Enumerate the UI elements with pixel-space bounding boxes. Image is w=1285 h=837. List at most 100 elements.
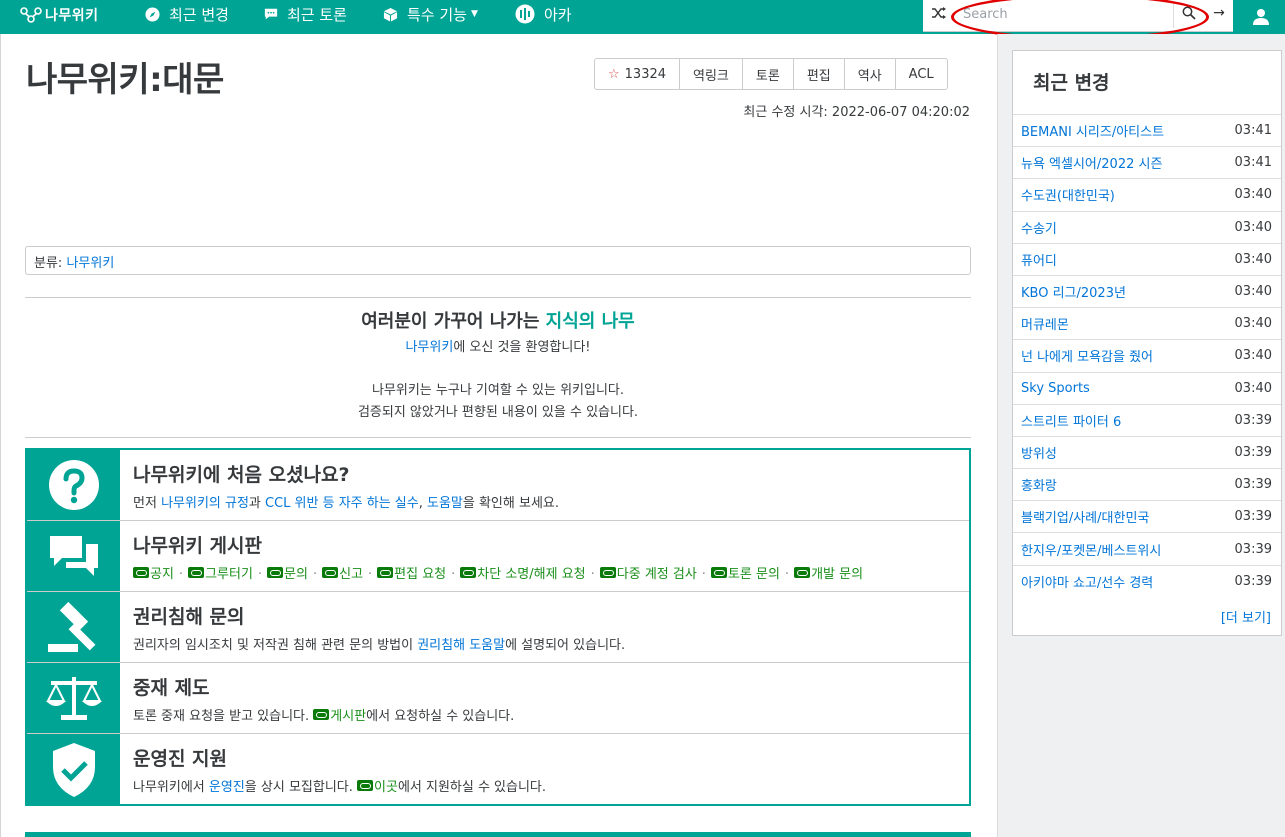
next-section-bar	[25, 832, 971, 837]
user-menu-button[interactable]	[1236, 0, 1285, 32]
page-title: 나무위키:대문	[26, 60, 224, 100]
recent-change-link[interactable]: 퓨어디	[1021, 250, 1057, 269]
backlink-button[interactable]: 역링크	[680, 59, 743, 89]
recent-change-link[interactable]: 아키야마 쇼고/선수 경력	[1021, 572, 1153, 591]
recent-change-link[interactable]: BEMANI 시리즈/아티스트	[1021, 121, 1164, 140]
recent-changes-widget: 최근 변경 BEMANI 시리즈/아티스트 03:41 뉴욕 엑셀시어/2022 시…	[1012, 50, 1282, 636]
panel-title: 나무위키에 처음 오셨나요?	[133, 464, 350, 486]
recent-change-link[interactable]: 수도권(대한민국)	[1021, 185, 1115, 204]
history-button[interactable]: 역사	[845, 59, 896, 89]
shield-check-icon	[52, 742, 95, 797]
nav-special-functions[interactable]: 특수 기능 ▼	[383, 0, 478, 28]
welcome-title: 여러분이 가꾸어 나가는 지식의 나무	[25, 307, 971, 333]
board-link-inquiry[interactable]: 문의	[284, 563, 308, 582]
recent-change-link[interactable]: 뉴욕 엑셀시어/2022 시즌	[1021, 153, 1162, 172]
desc-text: 토론 중재 요청을 받고 있습니다.	[133, 709, 314, 724]
recent-change-link[interactable]: 방위성	[1021, 443, 1057, 462]
nav-label: 특수 기능	[407, 5, 467, 24]
staff-link[interactable]: 운영진	[209, 780, 245, 795]
list-item: 머큐레몬 03:40	[1013, 307, 1281, 339]
list-item: 수송기 03:40	[1013, 210, 1281, 243]
rights-help-link[interactable]: 권리침해 도움말	[417, 638, 505, 653]
cube-icon	[383, 7, 398, 22]
site-logo[interactable]: 나무위키	[20, 4, 99, 26]
common-mistakes-link[interactable]: CCL 위반 등 자주 하는 실수	[265, 496, 419, 511]
forum-icon	[49, 536, 98, 576]
recent-change-link[interactable]: 수송기	[1021, 218, 1057, 237]
welcome-line-1: 나무위키는 누구나 기여할 수 있는 위키입니다.	[371, 383, 625, 398]
help-link[interactable]: 도움말	[427, 496, 463, 511]
see-more-link[interactable]: [더 보기]	[1221, 607, 1271, 626]
panel-title: 권리침해 문의	[133, 606, 245, 628]
discuss-button[interactable]: 토론	[743, 59, 794, 89]
recent-change-time: 03:40	[1234, 284, 1272, 300]
scale-icon	[45, 677, 102, 720]
guide-panel: 나무위키에 처음 오셨나요? 먼저 나무위키의 규정과 CCL 위반 등 자주 …	[25, 448, 971, 806]
recent-change-link[interactable]: 스트리트 파이터 6	[1021, 411, 1121, 430]
list-item: 퓨어디 03:40	[1013, 242, 1281, 275]
board-link-dev-inquiry[interactable]: 개발 문의	[811, 563, 863, 582]
board-link-notice[interactable]: 공지	[150, 563, 174, 582]
recent-change-link[interactable]: 홍화랑	[1021, 475, 1057, 494]
recent-change-link[interactable]: 넌 나에게 모욕감을 줬어	[1021, 346, 1153, 365]
nav-recent-discussions[interactable]: 최근 토론	[264, 0, 347, 28]
list-item: 넌 나에게 모욕감을 줬어 03:40	[1013, 339, 1281, 371]
recent-change-link[interactable]: 한지우/포켓몬/베스트위시	[1021, 540, 1161, 559]
recent-change-link[interactable]: 머큐레몬	[1021, 314, 1069, 333]
rules-link[interactable]: 나무위키의 규정	[161, 496, 249, 511]
recent-change-link[interactable]: KBO 리그/2023년	[1021, 282, 1126, 301]
chevron-down-icon: ▼	[470, 9, 478, 19]
welcome-line-2: 검증되지 않았거나 편향된 내용이 있을 수 있습니다.	[357, 405, 639, 420]
recent-change-time: 03:39	[1234, 541, 1272, 557]
recent-change-time: 03:40	[1234, 187, 1272, 203]
board-link-multi-account[interactable]: 다중 계정 검사	[617, 563, 697, 582]
search-icon	[1182, 6, 1196, 20]
nav-recent-changes[interactable]: 최근 변경	[145, 0, 229, 28]
go-button[interactable]: →	[1206, 0, 1232, 26]
star-count: 13324	[624, 66, 667, 82]
recent-change-link[interactable]: Sky Sports	[1021, 381, 1090, 396]
search-input[interactable]	[955, 2, 1170, 26]
recent-change-time: 03:40	[1234, 251, 1272, 267]
recent-change-link[interactable]: 블랙기업/사례/대한민국	[1021, 507, 1149, 526]
link-icon	[460, 567, 477, 578]
recent-change-time: 03:40	[1234, 348, 1272, 364]
board-link-stump[interactable]: 그루터기	[205, 563, 253, 582]
panel-icon-cell	[27, 663, 120, 733]
edit-button[interactable]: 편집	[794, 59, 845, 89]
star-button[interactable]: ☆ 13324	[595, 59, 681, 89]
nav-label: 아카	[544, 5, 572, 24]
recent-change-time: 03:39	[1234, 477, 1272, 493]
board-link-report[interactable]: 신고	[339, 563, 363, 582]
panel-icon-cell	[27, 592, 120, 662]
link-icon	[188, 567, 205, 578]
namuwiki-link[interactable]: 나무위키	[405, 340, 453, 355]
link-icon	[357, 780, 374, 791]
panel-icon-cell	[27, 450, 120, 520]
random-page-button[interactable]	[923, 0, 955, 26]
board-link-discussion-inquiry[interactable]: 토론 문의	[728, 563, 780, 582]
shuffle-icon	[932, 7, 946, 19]
panel-title: 운영진 지원	[133, 748, 228, 770]
panel-row-mediation: 중재 제도 토론 중재 요청을 받고 있습니다. 게시판 에서 요청하실 수 있습…	[27, 663, 969, 734]
question-icon	[48, 460, 99, 510]
panel-row-rights: 권리침해 문의 권리자의 임시조치 및 저작권 침해 관련 문의 방법이 권리침…	[27, 592, 969, 663]
board-link-edit-request[interactable]: 편집 요청	[394, 563, 446, 582]
panel-description: 먼저 나무위키의 규정과 CCL 위반 등 자주 하는 실수, 도움말을 확인해…	[133, 492, 559, 511]
gavel-icon	[47, 601, 95, 652]
apply-here-link[interactable]: 이곳	[374, 776, 398, 795]
board-link-block-appeal[interactable]: 차단 소명/해제 요청	[477, 563, 585, 582]
board-link[interactable]: 게시판	[330, 705, 366, 724]
category-link[interactable]: 나무위키	[66, 256, 114, 271]
list-item: BEMANI 시리즈/아티스트 03:41	[1013, 114, 1281, 146]
compass-icon	[145, 6, 160, 22]
panel-icon-cell	[27, 734, 120, 805]
desc-text: 권리자의 임시조치 및 저작권 침해 관련 문의 방법이	[133, 638, 418, 653]
list-item: Sky Sports 03:40	[1013, 371, 1281, 404]
acl-button[interactable]: ACL	[896, 59, 947, 89]
search-button[interactable]	[1174, 0, 1204, 26]
list-item: 수도권(대한민국) 03:40	[1013, 178, 1281, 210]
nav-arca[interactable]: 아카	[515, 0, 572, 28]
link-icon	[794, 567, 811, 578]
nav-label: 최근 토론	[287, 5, 347, 24]
